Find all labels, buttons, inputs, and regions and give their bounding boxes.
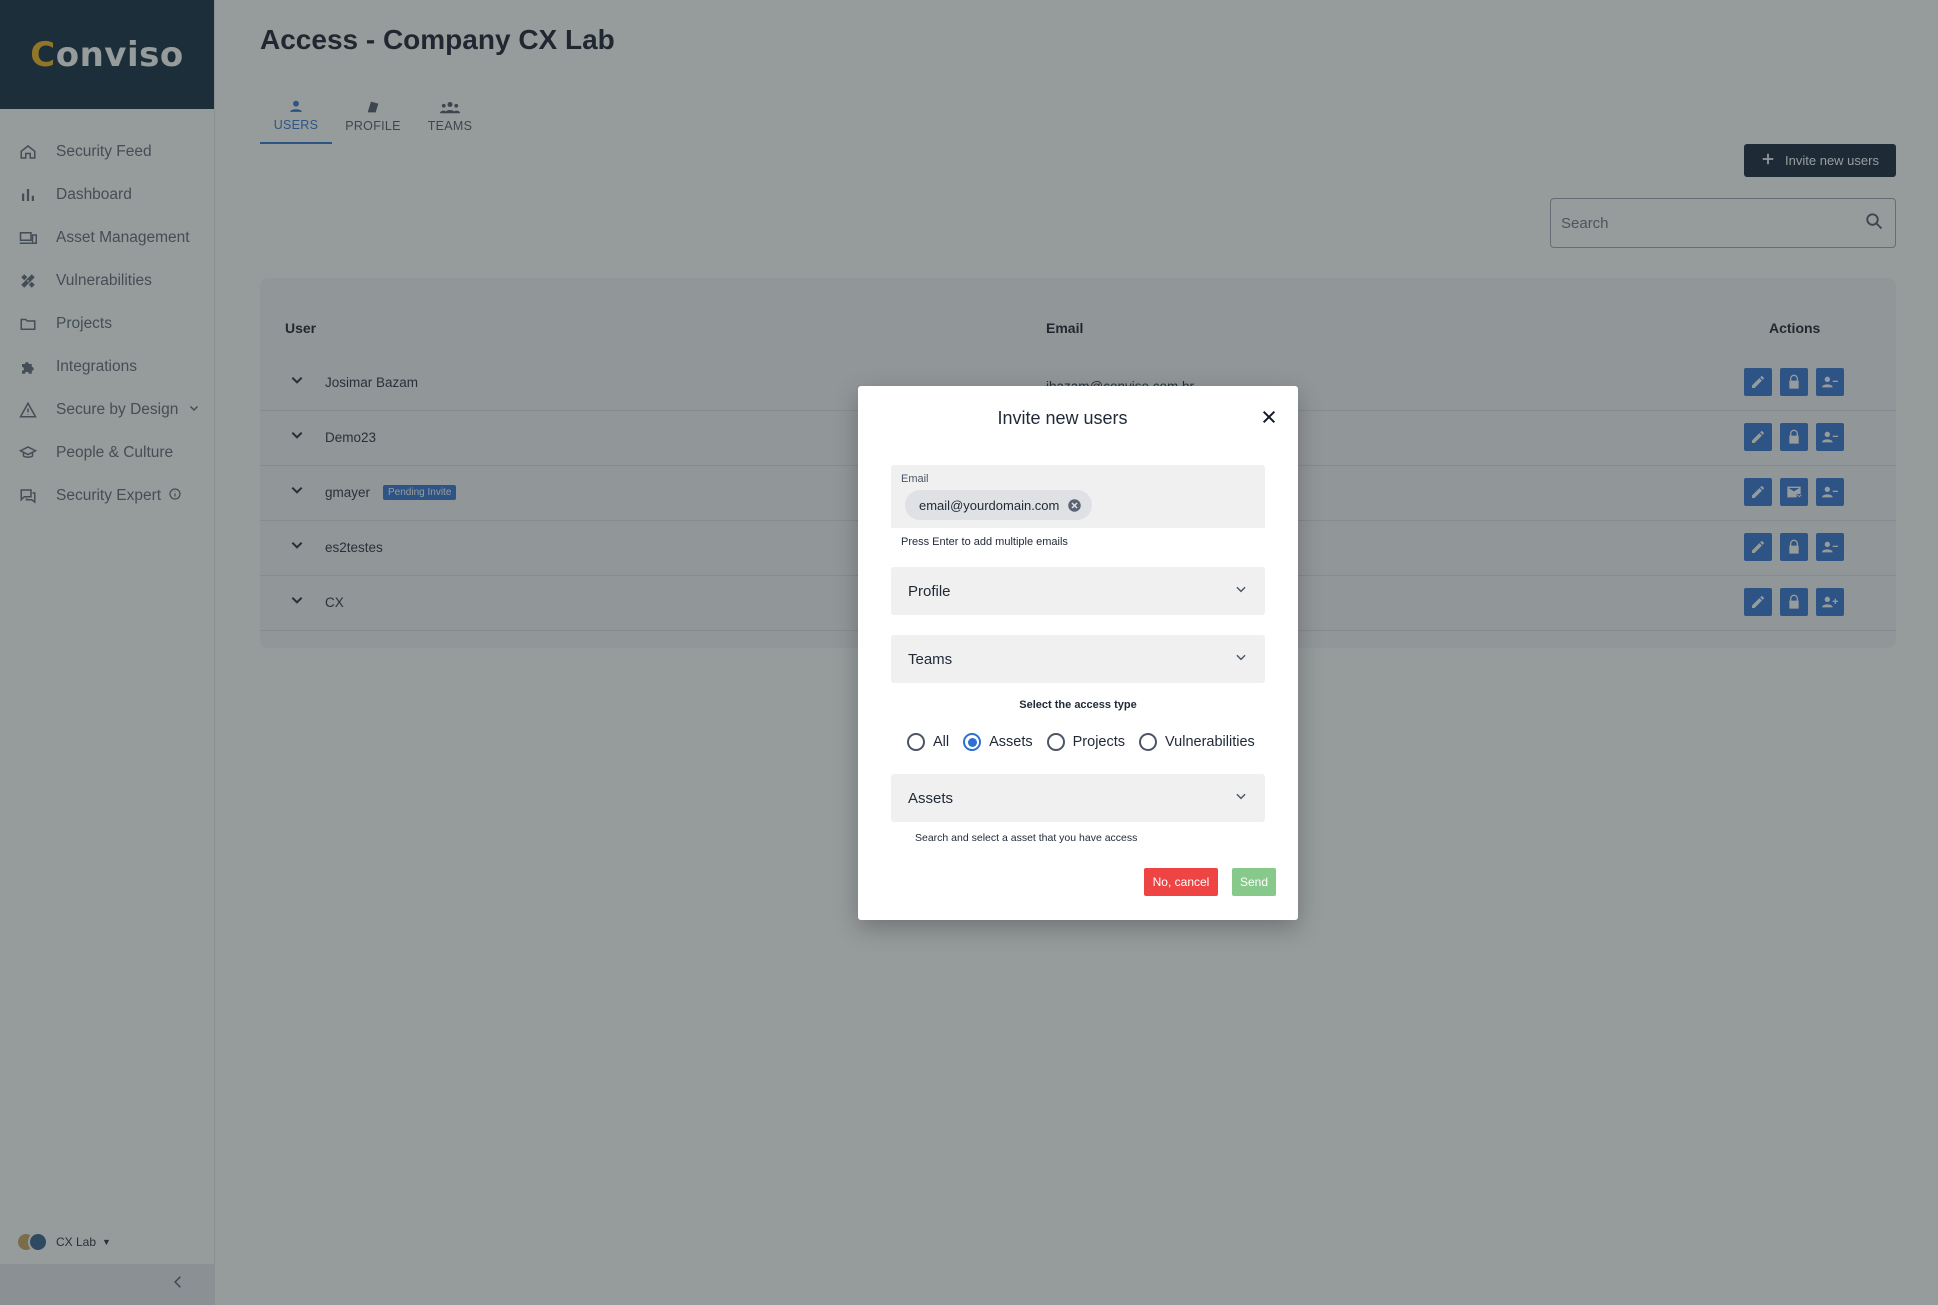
remove-chip-icon[interactable] <box>1067 498 1082 513</box>
assets-select-label: Assets <box>908 789 954 807</box>
email-field-label: Email <box>901 473 929 485</box>
radio-circle <box>1139 733 1158 751</box>
radio-label: Projects <box>1072 734 1126 750</box>
access-type-radio-group: All Assets Projects Vulnerabilities <box>907 733 1269 751</box>
email-field[interactable]: Email email@yourdomain.com <box>891 465 1265 528</box>
access-type-label: Select the access type <box>1019 699 1137 711</box>
radio-label: Vulnerabilities <box>1165 734 1255 750</box>
radio-vulnerabilities[interactable]: Vulnerabilities <box>1139 733 1255 751</box>
teams-select-label: Teams <box>908 650 953 668</box>
email-chip-label: email@yourdomain.com <box>919 497 1060 513</box>
radio-circle <box>907 733 925 751</box>
invite-users-modal: Invite new users Email email@yourdomain.… <box>858 386 1298 920</box>
radio-circle <box>1046 733 1065 751</box>
radio-circle <box>963 733 982 751</box>
chevron-down-icon <box>1234 650 1248 668</box>
send-button[interactable]: Send <box>1232 868 1276 896</box>
modal-title: Invite new users <box>997 408 1128 428</box>
assets-select[interactable]: Assets <box>891 774 1265 822</box>
profile-select-label: Profile <box>908 582 951 600</box>
cancel-button[interactable]: No, cancel <box>1144 868 1218 896</box>
chevron-down-icon <box>1234 789 1248 807</box>
email-chip: email@yourdomain.com <box>905 490 1093 520</box>
teams-select[interactable]: Teams <box>891 635 1265 683</box>
close-icon[interactable] <box>1258 406 1280 428</box>
radio-assets[interactable]: Assets <box>963 733 1033 751</box>
chevron-down-icon <box>1234 582 1248 600</box>
radio-projects[interactable]: Projects <box>1046 733 1126 751</box>
assets-helper-text: Search and select a asset that you have … <box>915 832 1138 844</box>
profile-select[interactable]: Profile <box>891 567 1265 615</box>
email-helper-text: Press Enter to add multiple emails <box>901 536 1068 548</box>
radio-label: All <box>933 734 950 750</box>
radio-label: Assets <box>989 734 1033 750</box>
radio-all[interactable]: All <box>907 733 949 751</box>
